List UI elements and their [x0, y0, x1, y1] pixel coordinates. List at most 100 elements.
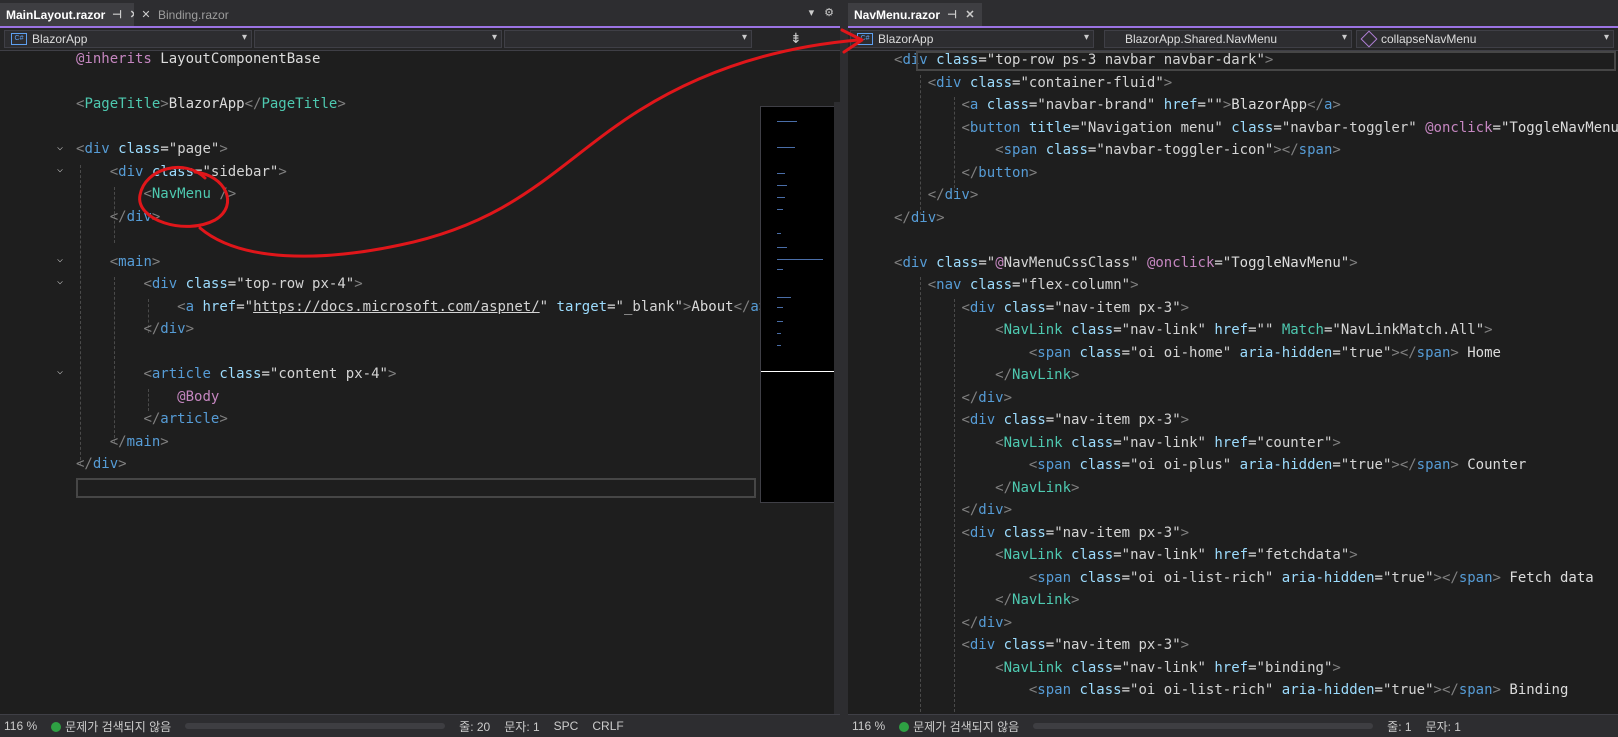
right-status-bar: 116 % 문제가 검색되지 않음 줄: 1 문자: 1 [848, 714, 1618, 737]
split-window-icon[interactable]: ⇟ [790, 30, 802, 47]
issues-label: 문제가 검색되지 않음 [65, 719, 172, 734]
project-label: BlazorApp [32, 32, 88, 46]
code-line: </NavLink> [995, 367, 1080, 383]
line-indicator: 줄: 20 [459, 719, 491, 734]
chevron-down-icon: ▾ [1603, 32, 1609, 43]
column-indicator: 문자: 1 [504, 719, 540, 734]
code-line: <a class="navbar-brand" href="">BlazorAp… [961, 97, 1341, 113]
code-line: </div> [109, 208, 161, 225]
code-line: <PageTitle>BlazorApp</PageTitle> [76, 96, 346, 112]
left-status-bar: 116 % 문제가 검색되지 않음 줄: 20 문자: 1 SPC CRLF [0, 714, 840, 737]
code-line: <NavMenu /> [143, 186, 237, 202]
tab-mainlayout[interactable]: MainLayout.razor ⊣ ✕ [0, 3, 146, 26]
chevron-down-icon: ▾ [1341, 32, 1347, 43]
horizontal-scrollbar[interactable] [1033, 723, 1374, 729]
tab-binding[interactable]: ✕ Binding.razor [134, 3, 262, 26]
close-icon[interactable]: ✕ [140, 8, 152, 21]
pin-icon[interactable]: ⊣ [111, 8, 122, 21]
check-icon [51, 722, 62, 733]
code-line: </article> [143, 411, 228, 427]
code-line: <div class="@NavMenuCssClass" @onclick="… [894, 254, 1358, 271]
gear-icon[interactable]: ⚙ [824, 6, 834, 19]
tab-label: NavMenu.razor [854, 7, 941, 22]
collapse-icon[interactable]: ⌵ [57, 255, 67, 265]
code-line: <div class="top-row px-4"> [143, 276, 363, 292]
code-line: </main> [109, 433, 169, 450]
code-line: <span class="oi oi-plus" aria-hidden="tr… [1028, 457, 1527, 473]
zoom-level[interactable]: 116 % [852, 719, 885, 733]
code-line: <main> [109, 253, 161, 270]
dropdown-icon[interactable]: ▾ [809, 6, 815, 19]
code-line: </div> [961, 389, 1013, 406]
left-tab-bar: MainLayout.razor ⊣ ✕ ✕ Binding.razor ▾ ⚙ [0, 0, 840, 28]
code-line: <div class="nav-item px-3"> [961, 637, 1190, 653]
code-line: </NavLink> [995, 592, 1080, 608]
code-line: <nav class="flex-column"> [927, 277, 1139, 293]
code-line: </div> [927, 187, 979, 203]
tab-label: Binding.razor [158, 7, 229, 22]
code-line: <div class="nav-item px-3"> [961, 299, 1190, 316]
type-dropdown[interactable]: ▾ [254, 30, 502, 48]
check-icon [899, 722, 910, 733]
code-line: <button title="Navigation menu" class="n… [961, 119, 1618, 136]
collapse-icon[interactable]: ⌵ [57, 165, 67, 175]
code-line: <div class="page"> [76, 141, 228, 157]
code-line: <span class="navbar-toggler-icon"></span… [995, 142, 1341, 158]
project-icon: C# [857, 33, 873, 45]
code-line: @Body [177, 388, 220, 405]
collapse-icon[interactable]: ⌵ [57, 277, 67, 287]
project-dropdown[interactable]: C# BlazorApp ▾ [850, 30, 1094, 48]
right-navigation-bar: C# BlazorApp ▾ BlazorApp.Shared.NavMenu … [848, 28, 1618, 51]
column-indicator: 문자: 1 [1425, 719, 1461, 734]
code-line: <span class="oi oi-list-rich" aria-hidde… [1028, 682, 1569, 698]
code-line: </div> [76, 456, 127, 472]
code-line: <NavLink class="nav-link" href="binding"… [995, 659, 1341, 676]
code-line: <span class="oi oi-list-rich" aria-hidde… [1028, 569, 1594, 586]
chevron-down-icon: ▾ [1083, 32, 1089, 43]
code-line: <div class="container-fluid"> [927, 74, 1173, 91]
code-line: <div class="nav-item px-3"> [961, 412, 1190, 428]
code-line: <NavLink class="nav-link" href="counter"… [995, 434, 1341, 451]
horizontal-scrollbar[interactable] [185, 723, 446, 729]
chevron-down-icon: ▾ [741, 32, 747, 43]
whitespace-indicator[interactable]: SPC [554, 719, 579, 733]
tab-navmenu[interactable]: NavMenu.razor ⊣ ✕ [848, 3, 982, 26]
pin-icon[interactable]: ⊣ [946, 8, 958, 21]
right-editor-pane: NavMenu.razor ⊣ ✕ C# BlazorApp ▾ BlazorA… [848, 0, 1618, 737]
minimap[interactable] [760, 106, 835, 503]
code-line: <div class="nav-item px-3"> [961, 524, 1190, 541]
right-code-editor[interactable]: <div class="top-row ps-3 navbar navbar-d… [848, 51, 1618, 717]
project-label: BlazorApp [878, 32, 934, 46]
member-dropdown[interactable]: collapseNavMenu ▾ [1356, 30, 1614, 48]
project-icon: C# [11, 33, 27, 45]
member-label: collapseNavMenu [1381, 32, 1477, 46]
left-editor-pane: MainLayout.razor ⊣ ✕ ✕ Binding.razor ▾ ⚙… [0, 0, 840, 737]
field-icon [1360, 30, 1378, 48]
code-line: <NavLink class="nav-link" href="" Match=… [995, 322, 1493, 338]
project-dropdown[interactable]: C# BlazorApp ▾ [4, 30, 252, 48]
pane-splitter[interactable] [840, 0, 848, 737]
collapse-icon[interactable]: ⌵ [57, 143, 67, 153]
issues-indicator[interactable]: 문제가 검색되지 않음 [899, 718, 1019, 735]
issues-label: 문제가 검색되지 않음 [913, 719, 1020, 734]
issues-indicator[interactable]: 문제가 검색되지 않음 [51, 718, 171, 735]
left-code-editor[interactable]: ⌵ ⌵ ⌵ ⌵ ⌵ @inherits LayoutComponentBase <… [0, 51, 840, 737]
code-line: <NavLink class="nav-link" href="fetchdat… [995, 547, 1358, 563]
collapse-icon[interactable]: ⌵ [57, 367, 67, 377]
close-icon[interactable]: ✕ [964, 8, 976, 21]
code-line: </div> [894, 209, 945, 226]
zoom-level[interactable]: 116 % [4, 719, 37, 733]
line-ending-indicator[interactable]: CRLF [592, 719, 623, 733]
minimap-viewport[interactable] [761, 371, 834, 372]
member-dropdown[interactable]: ▾ [504, 30, 752, 48]
chevron-down-icon: ▾ [241, 32, 247, 43]
code-line: </div> [961, 502, 1013, 518]
line-indicator: 줄: 1 [1387, 719, 1412, 734]
type-dropdown[interactable]: BlazorApp.Shared.NavMenu ▾ [1104, 30, 1352, 48]
code-line: <article class="content px-4"> [143, 366, 397, 382]
code-line: <span class="oi oi-home" aria-hidden="tr… [1028, 344, 1501, 361]
code-line: @inherits LayoutComponentBase [76, 51, 321, 67]
code-line: </div> [143, 321, 195, 337]
chevron-down-icon: ▾ [491, 32, 497, 43]
current-line-highlight [76, 478, 756, 498]
